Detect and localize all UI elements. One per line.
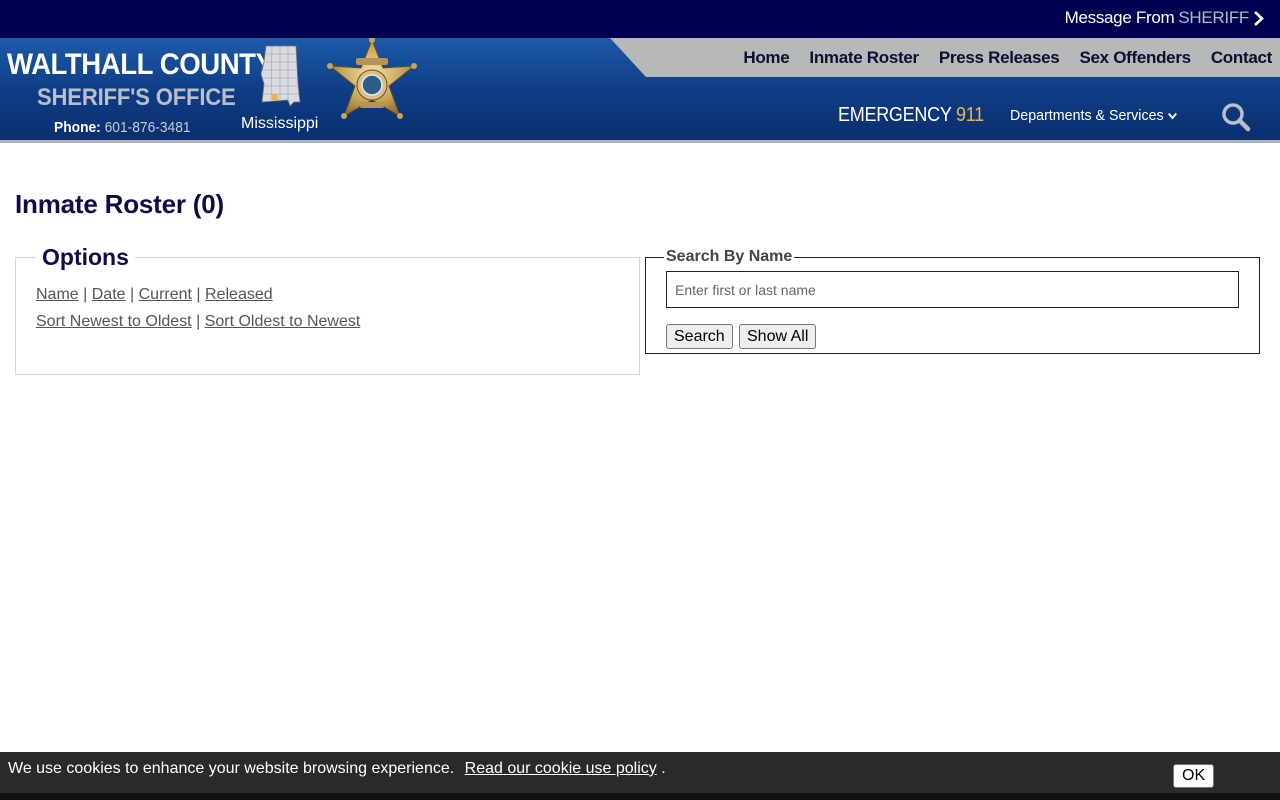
page-title: Inmate Roster (0) [15, 189, 224, 219]
options-legend: Options [36, 244, 135, 271]
nav-item-inmate-roster[interactable]: Inmate Roster [797, 48, 926, 68]
filter-released-link[interactable]: Released [205, 286, 273, 303]
main-nav: Home Inmate Roster Press Releases Sex Of… [731, 38, 1280, 77]
cookie-suffix: . [661, 760, 666, 777]
state-label: Mississippi [241, 115, 319, 132]
search-legend: Search By Name [664, 248, 795, 266]
search-button[interactable]: Search [666, 324, 733, 349]
top-bar: Message From SHERIFF [0, 0, 1280, 38]
message-prefix: Message From [1064, 8, 1175, 27]
separator: | [196, 313, 201, 330]
cookie-banner-edge [0, 793, 1280, 800]
departments-services-dropdown[interactable]: Departments & Services [1010, 107, 1177, 124]
emergency-label: EMERGENCY [838, 104, 952, 126]
cookie-ok-button[interactable]: OK [1173, 764, 1215, 788]
header-divider [0, 140, 1280, 143]
sort-by-date-link[interactable]: Date [92, 286, 126, 303]
separator: | [83, 286, 88, 303]
site-header: WALTHALL COUNTY SHERIFF'S OFFICE Phone: … [0, 38, 1280, 140]
emergency-number[interactable]: 911 [956, 104, 984, 126]
mississippi-map-icon [260, 45, 301, 107]
options-panel: Options Name | Date | Current | Released… [15, 244, 640, 375]
name-search-input[interactable] [666, 271, 1239, 308]
filter-current-link[interactable]: Current [139, 286, 192, 303]
cookie-text: We use cookies to enhance your website b… [8, 760, 455, 777]
sort-oldest-to-newest-link[interactable]: Sort Oldest to Newest [205, 313, 361, 330]
cookie-banner: We use cookies to enhance your website b… [0, 752, 1280, 793]
chevron-right-icon [1254, 10, 1264, 26]
phone-number[interactable]: 601-876-3481 [105, 119, 191, 136]
emergency-info: EMERGENCY 911 [838, 104, 984, 127]
phone-label: Phone: [54, 119, 101, 136]
nav-item-home[interactable]: Home [731, 48, 797, 68]
sort-links-row: Name | Date | Current | Released [36, 286, 273, 304]
sort-by-name-link[interactable]: Name [36, 286, 79, 303]
message-highlight: SHERIFF [1178, 8, 1249, 27]
message-from-sheriff-link[interactable]: Message From SHERIFF [1065, 8, 1264, 28]
nav-item-press-releases[interactable]: Press Releases [927, 48, 1068, 68]
phone-info: Phone: 601-876-3481 [54, 119, 191, 136]
site-subtitle: SHERIFF'S OFFICE [37, 84, 236, 111]
nav-item-sex-offenders[interactable]: Sex Offenders [1067, 48, 1198, 68]
order-links-row: Sort Newest to Oldest | Sort Oldest to N… [36, 313, 360, 331]
separator: | [130, 286, 135, 303]
sheriff-star-badge-icon [327, 38, 417, 119]
departments-label: Departments & Services [1010, 107, 1164, 124]
cookie-policy-link[interactable]: Read our cookie use policy [465, 760, 657, 777]
nav-item-contact[interactable]: Contact [1199, 48, 1280, 68]
separator: | [196, 286, 201, 303]
search-icon[interactable] [1221, 102, 1251, 132]
sort-newest-to-oldest-link[interactable]: Sort Newest to Oldest [36, 313, 192, 330]
search-by-name-panel: Search By Name Search Show All [645, 248, 1260, 354]
site-title[interactable]: WALTHALL COUNTY [7, 48, 274, 82]
show-all-button[interactable]: Show All [739, 324, 817, 349]
cookie-message: We use cookies to enhance your website b… [8, 760, 666, 778]
chevron-down-icon [1167, 112, 1177, 120]
